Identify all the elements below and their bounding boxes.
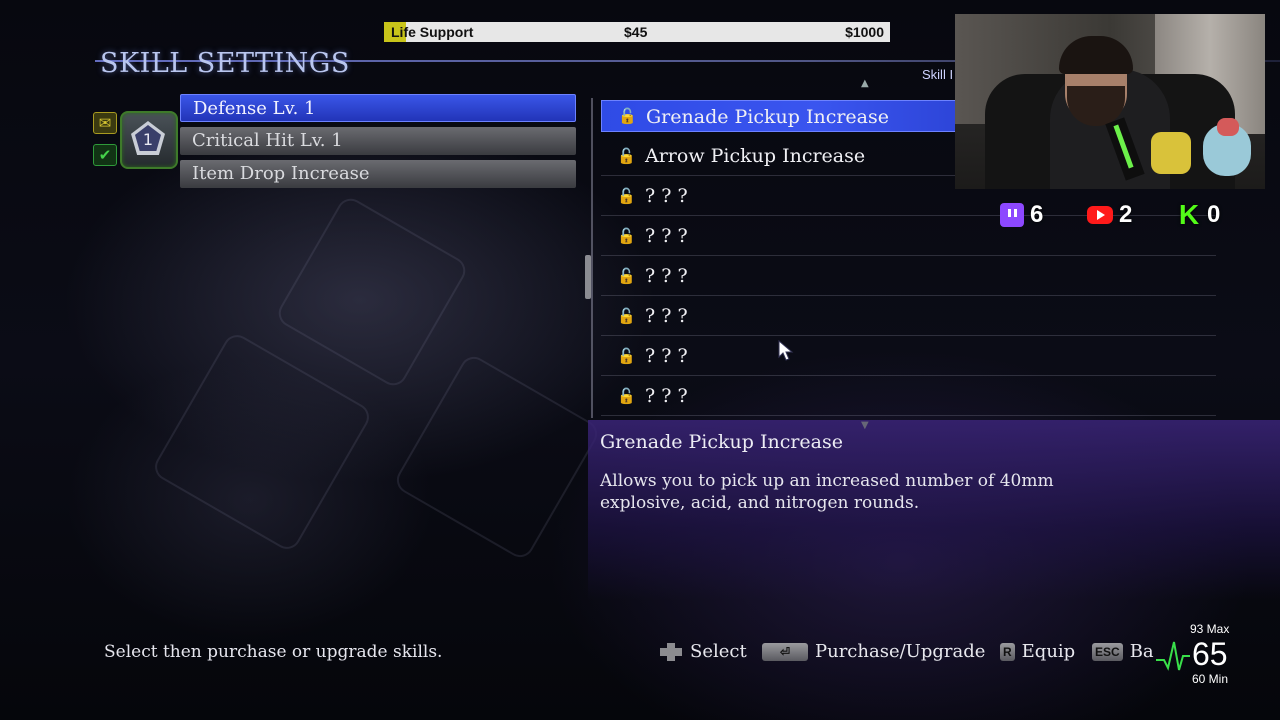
heart-rate-min: 60 Min xyxy=(1192,672,1229,686)
equipped-skill-2[interactable]: Critical Hit Lv. 1 xyxy=(180,127,576,155)
scroll-up-icon[interactable]: ▲ xyxy=(861,78,869,89)
r-key-icon: R xyxy=(1000,642,1015,661)
twitch-count-value: 6 xyxy=(1030,201,1044,228)
equip-label: Equip xyxy=(1021,641,1076,662)
skill-label: ? ? ? xyxy=(645,345,688,367)
webcam-overlay xyxy=(955,14,1265,189)
heartbeat-icon xyxy=(1156,641,1190,671)
youtube-count: 2 xyxy=(1087,200,1132,230)
select-label: Select xyxy=(690,641,747,662)
skill-label: ? ? ? xyxy=(645,305,688,327)
back-label: Ba xyxy=(1129,641,1154,662)
green-check-icon: ✔ xyxy=(93,144,117,166)
skill-row-locked[interactable]: 🔓 ? ? ? xyxy=(601,376,1216,416)
list-divider xyxy=(591,98,593,418)
lock-icon: 🔓 xyxy=(617,266,636,285)
heart-rate-value: 65 xyxy=(1192,636,1228,672)
twitch-icon xyxy=(1000,203,1024,227)
heart-rate-max: 93 Max xyxy=(1190,622,1230,636)
unlock-icon: 🔓 xyxy=(617,146,636,165)
dpad-icon xyxy=(660,642,682,661)
skill-label: ? ? ? xyxy=(645,225,688,247)
heart-rate-widget: 93 Max 65 60 Min xyxy=(1156,620,1276,690)
skill-label: ? ? ? xyxy=(645,265,688,287)
skill-row-locked[interactable]: 🔓 ? ? ? xyxy=(601,296,1216,336)
youtube-icon xyxy=(1087,206,1113,224)
cam-plush xyxy=(1217,118,1239,136)
description-title: Grenade Pickup Increase xyxy=(600,431,844,453)
equip-control[interactable]: R Equip xyxy=(1000,641,1075,662)
life-support-bar: Life Support $45 $1000 xyxy=(384,22,890,42)
enter-key-icon: ⏎ xyxy=(762,642,808,661)
footer-hint: Select then purchase or upgrade skills. xyxy=(104,642,443,662)
skill-label: ? ? ? xyxy=(645,385,688,407)
purchase-control[interactable]: ⏎ Purchase/Upgrade xyxy=(762,641,985,662)
skill-label: Grenade Pickup Increase xyxy=(646,106,890,128)
lock-icon: 🔓 xyxy=(617,346,636,365)
skill-label: Arrow Pickup Increase xyxy=(645,145,866,167)
kick-count-value: 0 xyxy=(1207,201,1221,228)
equipped-skill-1[interactable]: Defense Lv. 1 xyxy=(180,94,576,122)
skill-row-grenade[interactable]: 🔓 Grenade Pickup Increase xyxy=(601,100,961,132)
page-title: SKILL SETTINGS xyxy=(100,48,350,79)
description-text: Allows you to pick up an increased numbe… xyxy=(600,471,1054,513)
kick-count: K 0 xyxy=(1177,200,1220,230)
twitch-count: 6 xyxy=(1000,200,1043,230)
life-support-goal: $1000 xyxy=(845,24,884,40)
scrollbar-thumb[interactable] xyxy=(585,255,591,299)
yellow-check-icon: ✉ xyxy=(93,112,117,134)
skill-row-locked[interactable]: 🔓 ? ? ? xyxy=(601,336,1216,376)
unlock-icon: 🔓 xyxy=(618,107,637,125)
kick-icon: K xyxy=(1178,199,1200,230)
scroll-down-icon[interactable]: ▼ xyxy=(861,420,869,431)
equip-slot-badge: 1 xyxy=(120,111,178,169)
life-support-label: Life Support xyxy=(391,24,474,40)
esc-key-icon: ESC xyxy=(1092,642,1123,661)
equipped-skill-3[interactable]: Item Drop Increase xyxy=(180,160,576,188)
back-control[interactable]: ESC Ba xyxy=(1092,641,1154,662)
lock-icon: 🔓 xyxy=(617,226,636,245)
mouse-cursor-icon xyxy=(778,340,794,361)
lock-icon: 🔓 xyxy=(617,186,636,205)
lock-icon: 🔓 xyxy=(617,306,636,325)
purchase-label: Purchase/Upgrade xyxy=(815,641,986,662)
lock-icon: 🔓 xyxy=(617,386,636,405)
skill-row-locked[interactable]: 🔓 ? ? ? xyxy=(601,256,1216,296)
skill-label: ? ? ? xyxy=(645,185,688,207)
equip-slot-number: 1 xyxy=(142,130,154,149)
cam-plush xyxy=(1151,132,1191,174)
skill-tab-label: Skill I xyxy=(922,67,954,82)
select-control[interactable]: Select xyxy=(660,641,747,662)
life-support-current: $45 xyxy=(624,24,648,40)
youtube-count-value: 2 xyxy=(1119,201,1133,228)
